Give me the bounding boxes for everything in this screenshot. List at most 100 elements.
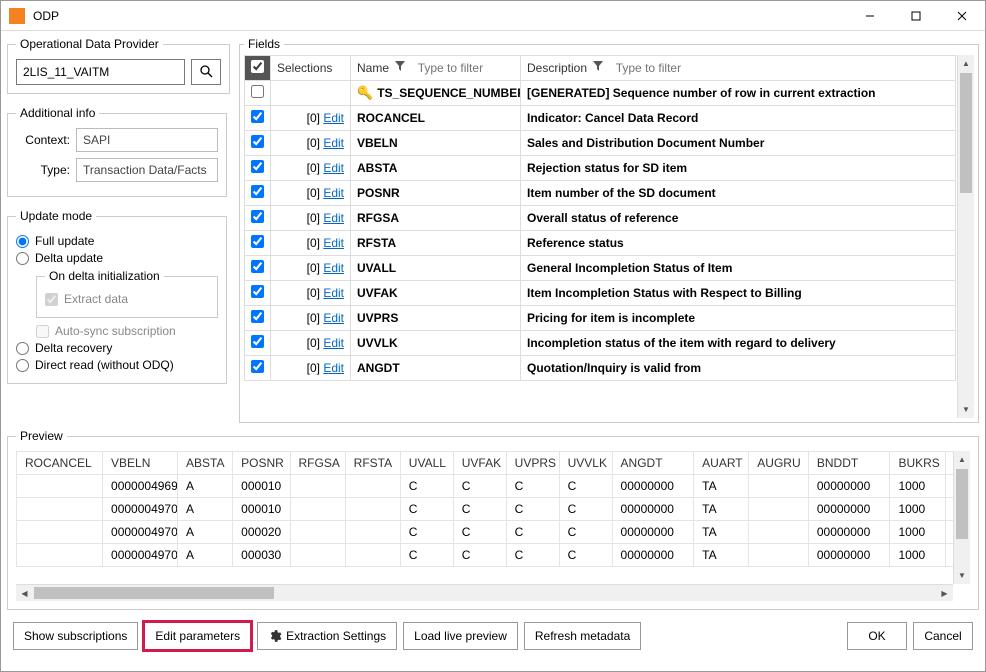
select-all-checkbox[interactable] bbox=[251, 60, 264, 73]
delta-update-input[interactable] bbox=[16, 252, 29, 265]
refresh-metadata-button[interactable]: Refresh metadata bbox=[524, 622, 641, 650]
preview-col-header[interactable]: UVALL bbox=[400, 452, 453, 475]
field-name: VBELN bbox=[357, 136, 398, 150]
fields-row[interactable]: [0] EditVBELNSales and Distribution Docu… bbox=[245, 131, 956, 156]
edit-link[interactable]: Edit bbox=[323, 236, 344, 250]
scroll-thumb[interactable] bbox=[34, 587, 274, 599]
fields-row[interactable]: [0] EditUVPRSPricing for item is incompl… bbox=[245, 306, 956, 331]
fields-row[interactable]: 🔑TS_SEQUENCE_NUMBER[GENERATED] Sequence … bbox=[245, 81, 956, 106]
description-filter-input[interactable] bbox=[614, 60, 956, 76]
scroll-up-icon[interactable]: ▲ bbox=[958, 55, 974, 72]
row-checkbox[interactable] bbox=[251, 160, 264, 173]
delta-update-radio[interactable]: Delta update bbox=[16, 251, 218, 265]
preview-row[interactable]: 0000004969A000010CCCC00000000TA000000001… bbox=[17, 475, 970, 498]
field-description: Indicator: Cancel Data Record bbox=[521, 106, 956, 131]
full-update-input[interactable] bbox=[16, 235, 29, 248]
edit-link[interactable]: Edit bbox=[323, 111, 344, 125]
direct-read-radio[interactable]: Direct read (without ODQ) bbox=[16, 358, 218, 372]
fields-row[interactable]: [0] EditUVFAKItem Incompletion Status wi… bbox=[245, 281, 956, 306]
fields-row[interactable]: [0] EditUVALLGeneral Incompletion Status… bbox=[245, 256, 956, 281]
preview-col-header[interactable]: ABSTA bbox=[178, 452, 233, 475]
edit-parameters-button[interactable]: Edit parameters bbox=[144, 622, 251, 650]
name-header[interactable]: Name bbox=[351, 56, 521, 81]
additional-legend: Additional info bbox=[16, 106, 99, 120]
preview-row[interactable]: 0000004970A000030CCCC00000000TA000000001… bbox=[17, 544, 970, 567]
name-filter-input[interactable] bbox=[416, 60, 503, 76]
preview-row[interactable]: 0000004970A000020CCCC00000000TA000000001… bbox=[17, 521, 970, 544]
description-header[interactable]: Description bbox=[521, 56, 956, 81]
edit-link[interactable]: Edit bbox=[323, 361, 344, 375]
close-button[interactable] bbox=[939, 1, 985, 31]
scroll-up-icon[interactable]: ▲ bbox=[954, 451, 970, 468]
row-checkbox[interactable] bbox=[251, 260, 264, 273]
edit-link[interactable]: Edit bbox=[323, 336, 344, 350]
row-checkbox[interactable] bbox=[251, 210, 264, 223]
minimize-button[interactable] bbox=[847, 1, 893, 31]
preview-col-header[interactable]: UVVLK bbox=[559, 452, 612, 475]
preview-cell: 1000 bbox=[890, 544, 945, 567]
edit-link[interactable]: Edit bbox=[323, 311, 344, 325]
row-checkbox[interactable] bbox=[251, 135, 264, 148]
scroll-down-icon[interactable]: ▼ bbox=[954, 567, 970, 584]
maximize-button[interactable] bbox=[893, 1, 939, 31]
edit-link[interactable]: Edit bbox=[323, 211, 344, 225]
preview-col-header[interactable]: RFSTA bbox=[345, 452, 400, 475]
row-checkbox[interactable] bbox=[251, 110, 264, 123]
preview-col-header[interactable]: BNDDT bbox=[808, 452, 890, 475]
preview-col-header[interactable]: ANGDT bbox=[612, 452, 694, 475]
preview-col-header[interactable]: VBELN bbox=[103, 452, 178, 475]
preview-col-header[interactable]: AUGRU bbox=[749, 452, 809, 475]
scroll-down-icon[interactable]: ▼ bbox=[958, 401, 974, 418]
fields-row[interactable]: [0] EditANGDTQuotation/Inquiry is valid … bbox=[245, 356, 956, 381]
row-checkbox[interactable] bbox=[251, 185, 264, 198]
fields-row[interactable]: [0] EditUVVLKIncompletion status of the … bbox=[245, 331, 956, 356]
fields-row[interactable]: [0] EditRFSTAReference status bbox=[245, 231, 956, 256]
scroll-left-icon[interactable]: ◀ bbox=[16, 585, 33, 601]
row-checkbox[interactable] bbox=[251, 335, 264, 348]
preview-col-header[interactable]: UVPRS bbox=[506, 452, 559, 475]
edit-link[interactable]: Edit bbox=[323, 261, 344, 275]
preview-col-header[interactable]: AUART bbox=[694, 452, 749, 475]
edit-link[interactable]: Edit bbox=[323, 161, 344, 175]
fields-scrollbar[interactable]: ▲ ▼ bbox=[957, 55, 974, 418]
fields-row[interactable]: [0] EditRFGSAOverall status of reference bbox=[245, 206, 956, 231]
row-checkbox[interactable] bbox=[251, 85, 264, 98]
selection-count: [0] bbox=[307, 311, 324, 325]
row-checkbox[interactable] bbox=[251, 235, 264, 248]
fields-row[interactable]: [0] EditPOSNRItem number of the SD docum… bbox=[245, 181, 956, 206]
odp-legend: Operational Data Provider bbox=[16, 37, 163, 51]
search-button[interactable] bbox=[191, 59, 221, 85]
load-live-preview-button[interactable]: Load live preview bbox=[403, 622, 518, 650]
edit-link[interactable]: Edit bbox=[323, 136, 344, 150]
row-checkbox[interactable] bbox=[251, 360, 264, 373]
odp-input[interactable] bbox=[16, 59, 185, 85]
preview-vscrollbar[interactable]: ▲ ▼ bbox=[953, 451, 970, 584]
edit-link[interactable]: Edit bbox=[323, 286, 344, 300]
preview-col-header[interactable]: UVFAK bbox=[453, 452, 506, 475]
preview-cell: C bbox=[506, 498, 559, 521]
select-all-header[interactable] bbox=[245, 56, 271, 81]
row-checkbox[interactable] bbox=[251, 285, 264, 298]
scroll-right-icon[interactable]: ▶ bbox=[936, 585, 953, 601]
preview-col-header[interactable]: RFGSA bbox=[290, 452, 345, 475]
direct-read-input[interactable] bbox=[16, 359, 29, 372]
fields-row[interactable]: [0] EditROCANCELIndicator: Cancel Data R… bbox=[245, 106, 956, 131]
preview-col-header[interactable]: BUKRS bbox=[890, 452, 945, 475]
fields-row[interactable]: [0] EditABSTARejection status for SD ite… bbox=[245, 156, 956, 181]
cancel-button[interactable]: Cancel bbox=[913, 622, 973, 650]
ok-button[interactable]: OK bbox=[847, 622, 907, 650]
edit-link[interactable]: Edit bbox=[323, 186, 344, 200]
scroll-thumb[interactable] bbox=[956, 469, 968, 539]
selections-header[interactable]: Selections bbox=[271, 56, 351, 81]
show-subscriptions-button[interactable]: Show subscriptions bbox=[13, 622, 138, 650]
preview-row[interactable]: 0000004970A000010CCCC00000000TA000000001… bbox=[17, 498, 970, 521]
preview-col-header[interactable]: POSNR bbox=[233, 452, 290, 475]
delta-recovery-radio[interactable]: Delta recovery bbox=[16, 341, 218, 355]
delta-recovery-input[interactable] bbox=[16, 342, 29, 355]
row-checkbox[interactable] bbox=[251, 310, 264, 323]
preview-hscrollbar[interactable]: ◀ ▶ bbox=[16, 584, 953, 601]
scroll-thumb[interactable] bbox=[960, 73, 972, 193]
full-update-radio[interactable]: Full update bbox=[16, 234, 218, 248]
preview-col-header[interactable]: ROCANCEL bbox=[17, 452, 103, 475]
extraction-settings-button[interactable]: Extraction Settings bbox=[257, 622, 397, 650]
